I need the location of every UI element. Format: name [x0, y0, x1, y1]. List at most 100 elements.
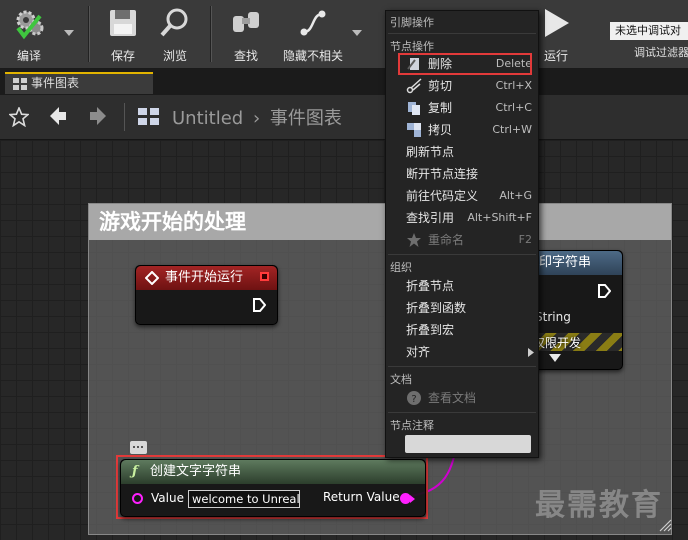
compile-options-chevron-icon[interactable] — [64, 30, 74, 36]
node-header: ƒ 创建文字字符串 — [121, 460, 425, 484]
menu-item-label: 复制 — [428, 101, 453, 115]
back-arrow-icon[interactable] — [48, 106, 68, 126]
menu-item-label: 剪切 — [428, 79, 453, 93]
value-pin-label: Value — [151, 491, 184, 505]
development-only-label: 仅限开发 — [533, 336, 582, 350]
comment-title[interactable]: 游戏开始的处理 — [89, 204, 671, 240]
menu-item-shortcut: Alt+G — [499, 189, 532, 202]
menu-item-copy[interactable]: 复制 Ctrl+C — [386, 97, 538, 119]
delegate-pin-icon[interactable] — [260, 272, 269, 281]
resize-grip-icon[interactable] — [656, 516, 672, 532]
node-actions-header: 节点操作 — [390, 40, 434, 53]
menu-item-label: 拷贝 — [428, 123, 453, 137]
menu-divider — [388, 254, 536, 255]
menu-item-label: 查找引用 — [406, 211, 455, 225]
node-comment-input[interactable] — [405, 435, 531, 453]
context-menu: 引脚操作 节点操作 删除 Delete 剪切 Ctrl+X 复制 Ctrl+C … — [385, 10, 539, 458]
menu-divider — [388, 33, 536, 34]
value-input-pin-icon[interactable] — [132, 493, 143, 504]
copy-icon — [408, 102, 420, 115]
compile-button[interactable]: 编译 — [4, 4, 54, 64]
menu-item-label: 前往代码定义 — [406, 189, 479, 203]
help-circle-icon: ? — [407, 391, 421, 405]
watermark: 最需教育 — [535, 488, 663, 523]
browse-button[interactable]: 浏览 — [150, 4, 200, 64]
menu-item-refresh-nodes[interactable]: 刷新节点 — [386, 141, 538, 163]
expand-arrow-icon[interactable] — [549, 354, 561, 362]
exec-out-pin-icon[interactable] — [597, 283, 611, 299]
menu-divider — [388, 366, 536, 367]
hide-unrelated-button[interactable]: 隐藏不相关 — [278, 4, 348, 64]
pin-actions-header: 引脚操作 — [390, 16, 434, 29]
node-comment-header: 节点注释 — [390, 419, 434, 432]
value-text-field[interactable]: welcome to Unreal! — [188, 490, 300, 508]
breadcrumb-separator: › — [252, 108, 261, 129]
menu-item-shortcut: Ctrl+X — [495, 79, 532, 92]
menu-item-shortcut: Alt+Shift+F — [467, 211, 532, 224]
menu-item-collapse-to-macro[interactable]: 折叠到宏 — [386, 319, 538, 341]
duplicate-icon — [407, 123, 421, 137]
toolbar-separator — [210, 6, 212, 62]
binoculars-icon — [233, 12, 259, 32]
menu-item-label: 查看文档 — [428, 391, 477, 405]
menu-divider — [388, 412, 536, 413]
submenu-arrow-icon — [528, 348, 534, 357]
hide-unrelated-chevron-icon[interactable] — [352, 30, 362, 36]
menu-item-break-links[interactable]: 断开节点连接 — [386, 163, 538, 185]
browse-label: 浏览 — [162, 49, 187, 63]
exec-out-pin-icon[interactable] — [252, 297, 266, 313]
menu-item-duplicate[interactable]: 拷贝 Ctrl+W — [386, 119, 538, 141]
rename-icon — [407, 233, 421, 247]
return-value-pin-label: Return Value — [323, 490, 400, 504]
hide-unrelated-label: 隐藏不相关 — [282, 49, 343, 63]
tab-label: 事件图表 — [31, 76, 80, 90]
event-begin-play-node[interactable]: 事件开始运行 — [135, 265, 278, 325]
find-label: 查找 — [233, 49, 258, 63]
comment-bubble-icon[interactable] — [130, 441, 147, 454]
breadcrumb-project[interactable]: Untitled — [172, 108, 243, 129]
menu-item-view-documentation[interactable]: ? 查看文档 — [386, 387, 538, 409]
menu-item-find-references[interactable]: 查找引用 Alt+Shift+F — [386, 207, 538, 229]
menu-item-label: 刷新节点 — [406, 145, 455, 159]
function-icon: ƒ — [132, 464, 138, 479]
forward-arrow-icon[interactable] — [88, 106, 108, 126]
graph-grid-icon — [138, 108, 159, 125]
debug-object-select[interactable]: 未选中调试对 — [610, 22, 688, 40]
menu-item-shortcut: Ctrl+W — [492, 123, 532, 136]
menu-item-label: 折叠到宏 — [406, 323, 455, 337]
svg-text:?: ? — [411, 394, 416, 405]
node-title: 印字符串 — [539, 255, 592, 270]
menu-item-collapse-nodes[interactable]: 折叠节点 — [386, 275, 538, 297]
node-title: 事件开始运行 — [165, 270, 244, 285]
menu-item-label: 重命名 — [428, 233, 465, 247]
breadcrumb-divider — [124, 103, 125, 131]
menu-item-shortcut: F2 — [518, 233, 532, 246]
menu-item-label: 断开节点连接 — [406, 167, 479, 181]
menu-item-goto-definition[interactable]: 前往代码定义 Alt+G — [386, 185, 538, 207]
floppy-disk-icon — [110, 10, 136, 36]
menu-item-alignment[interactable]: 对齐 — [386, 341, 538, 363]
node-header: 事件开始运行 — [136, 266, 277, 290]
graph-header: Untitled › 事件图表 — [0, 95, 688, 140]
menu-item-collapse-to-function[interactable]: 折叠到函数 — [386, 297, 538, 319]
star-icon[interactable] — [9, 107, 29, 127]
graph-grid-icon — [13, 78, 27, 90]
tab-event-graph[interactable]: 事件图表 — [5, 72, 153, 94]
make-literal-string-node[interactable]: ƒ 创建文字字符串 Value welcome to Unreal! Retur… — [120, 459, 426, 517]
run-label: 运行 — [543, 49, 568, 63]
debug-filter-label: 调试过滤器 — [634, 46, 688, 59]
node-title: 创建文字字符串 — [150, 464, 242, 479]
menu-item-label: 折叠到函数 — [406, 301, 467, 315]
toolbar: 编译 保存 浏览 查找 隐藏不相关 运行 未选中调试对 调试过滤器 — [0, 0, 688, 69]
save-label: 保存 — [110, 49, 135, 63]
documentation-header: 文档 — [390, 373, 412, 386]
compile-gears-icon — [16, 10, 44, 40]
breadcrumb-graph: 事件图表 — [269, 108, 342, 129]
node-graph-icon — [300, 10, 326, 36]
menu-item-cut[interactable]: 剪切 Ctrl+X — [386, 75, 538, 97]
menu-item-label: 对齐 — [406, 345, 431, 359]
run-button[interactable]: 运行 — [536, 4, 576, 64]
pin-arrow-icon — [410, 495, 415, 503]
save-button[interactable]: 保存 — [98, 4, 148, 64]
find-button[interactable]: 查找 — [220, 4, 272, 64]
